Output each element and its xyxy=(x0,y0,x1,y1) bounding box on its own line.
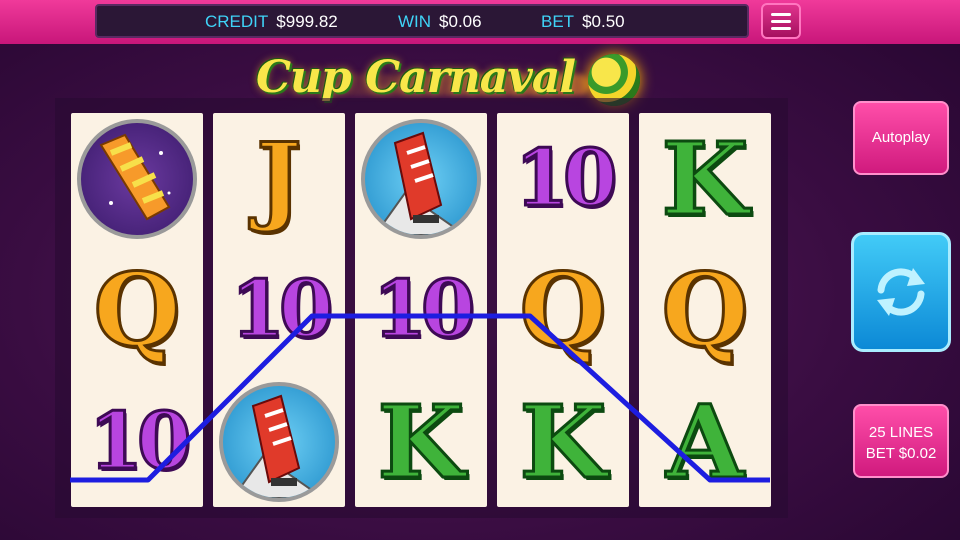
symbol-10: 10 xyxy=(513,132,619,224)
reel-symbol xyxy=(71,113,203,244)
hamburger-icon xyxy=(771,12,791,16)
symbol-q: Q xyxy=(518,250,608,369)
reel-symbol: Q xyxy=(497,244,629,375)
win-display: WIN $0.06 xyxy=(398,12,482,32)
reel-4: 10 Q K xyxy=(497,113,629,507)
reel-5: KQA xyxy=(639,113,771,507)
reel-symbol: 10 xyxy=(355,244,487,375)
spin-button[interactable] xyxy=(851,232,951,352)
symbol-q: Q xyxy=(92,250,182,369)
reel-symbol xyxy=(355,113,487,244)
symbol-k: K xyxy=(376,382,466,501)
reel-2: J 10 xyxy=(213,113,345,507)
lines-bet-button[interactable]: 25 LINES BET $0.02 xyxy=(853,404,949,478)
reel-3: 10 K xyxy=(355,113,487,507)
football-boot-icon xyxy=(219,381,339,502)
reel-symbol: J xyxy=(213,113,345,244)
symbol-k: K xyxy=(518,382,608,501)
reel-symbol: A xyxy=(639,376,771,507)
symbol-10: 10 xyxy=(87,395,193,487)
reel-symbol: 10 xyxy=(497,113,629,244)
reel-symbol: 10 xyxy=(71,376,203,507)
win-value: $0.06 xyxy=(439,12,482,31)
reel-symbol: K xyxy=(355,376,487,507)
symbol-10: 10 xyxy=(229,263,335,355)
line-bet-label: BET $0.02 xyxy=(865,445,937,462)
football-boot-icon xyxy=(361,118,481,239)
autoplay-button[interactable]: Autoplay xyxy=(853,101,949,175)
reel-symbol: K xyxy=(497,376,629,507)
reel-symbol: 10 xyxy=(213,244,345,375)
credit-value: $999.82 xyxy=(276,12,338,31)
menu-button[interactable] xyxy=(761,3,801,39)
magic-wand-icon xyxy=(77,118,197,239)
bet-display: BET $0.50 xyxy=(541,12,625,32)
symbol-k: K xyxy=(660,119,750,238)
reel-symbol: K xyxy=(639,113,771,244)
symbol-j: J xyxy=(255,121,303,235)
refresh-icon xyxy=(877,268,925,316)
logo-title: Cup Carnaval xyxy=(256,52,576,103)
bet-label: BET xyxy=(541,12,575,31)
reel-symbol: Q xyxy=(639,244,771,375)
reel-1: Q 10 xyxy=(71,113,203,507)
credit-label: CREDIT xyxy=(205,12,269,31)
credit-win-bet-panel: CREDIT $999.82 WIN $0.06 BET $0.50 xyxy=(95,4,749,38)
win-label: WIN xyxy=(398,12,432,31)
credit-display: CREDIT $999.82 xyxy=(205,12,338,32)
symbol-10: 10 xyxy=(371,263,477,355)
symbol-q: Q xyxy=(660,250,750,369)
symbol-a: A xyxy=(665,382,746,501)
lines-label: 25 LINES xyxy=(868,424,934,441)
bet-value: $0.50 xyxy=(582,12,625,31)
reel-symbol xyxy=(213,376,345,507)
reel-symbol: Q xyxy=(71,244,203,375)
